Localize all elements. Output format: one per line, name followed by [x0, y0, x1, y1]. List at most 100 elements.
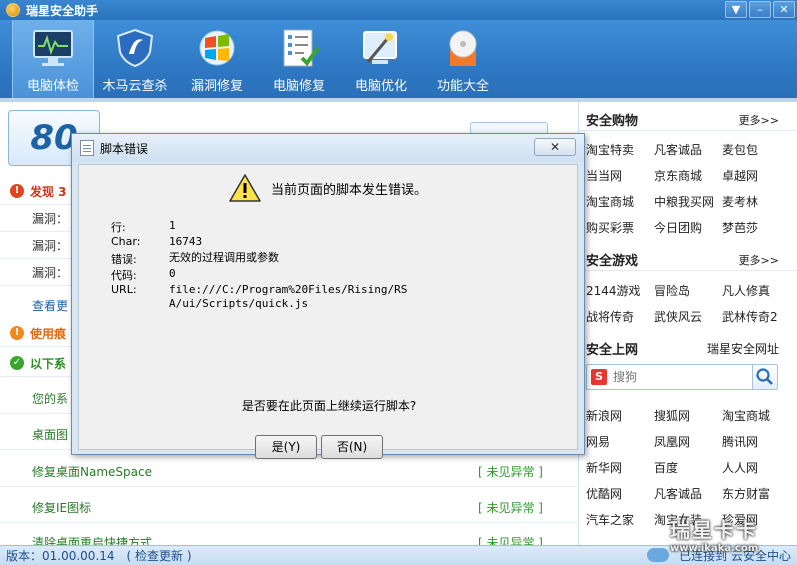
script-error-dialog: 脚本错误 ✕ 当前页面的脚本发生错误。 行: 1 Char: 16743 错误:… — [71, 133, 585, 459]
checklist-icon — [283, 29, 320, 67]
link-item[interactable]: 百度 — [654, 455, 722, 481]
error-headline: 当前页面的脚本发生错误。 — [271, 183, 428, 198]
shopping-links: 淘宝特卖 凡客诚品 麦包包 当当网 京东商城 卓越网 淘宝商城 中粮我买网 麦考… — [586, 137, 794, 241]
rising-logo-icon — [6, 3, 20, 17]
dialog-body: 当前页面的脚本发生错误。 行: 1 Char: 16743 错误: 无效的过程调… — [78, 164, 578, 459]
shield-icon — [116, 28, 154, 68]
right-sidebar: 安全购物 更多>> 淘宝特卖 凡客诚品 麦包包 当当网 京东商城 卓越网 淘宝商… — [580, 102, 797, 545]
field-key: 代码: — [111, 269, 137, 282]
link-item[interactable]: 2144游戏 — [586, 278, 654, 304]
link-item[interactable]: 汽车之家 — [586, 507, 654, 533]
tool-label: 漏洞修复 — [190, 79, 243, 94]
status-badge: [ 未见异常 ] — [478, 501, 543, 515]
error-field: 行: 1 — [111, 219, 449, 235]
magic-wand-icon — [363, 31, 397, 64]
link-item[interactable]: 腾讯网 — [722, 429, 790, 455]
link-item[interactable]: 优酷网 — [586, 481, 654, 507]
field-key: URL: — [111, 283, 137, 296]
link-item[interactable]: 东方财富 — [722, 481, 790, 507]
link-item[interactable]: 今日团购 — [654, 215, 722, 241]
rising-sites-link[interactable]: 瑞星安全网址 — [707, 340, 779, 357]
field-key: Char: — [111, 235, 141, 248]
repair-item-label: 清除桌面重启快捷方式 — [32, 536, 153, 545]
tool-pc-checkup[interactable]: 电脑体检 — [12, 20, 94, 98]
dialog-title: 脚本错误 — [100, 141, 149, 156]
field-value: 1 — [169, 219, 176, 232]
link-item[interactable]: 凡客诚品 — [654, 481, 722, 507]
link-item[interactable]: 武林传奇2 — [722, 304, 790, 330]
link-item[interactable]: 凡人修真 — [722, 278, 790, 304]
repair-item-label: 修复IE图标 — [32, 501, 92, 515]
list-item-label: 漏洞： — [32, 265, 69, 280]
link-item[interactable]: 冒险岛 — [654, 278, 722, 304]
link-item[interactable]: 搜狐网 — [654, 403, 722, 429]
link-item[interactable]: 网易 — [586, 429, 654, 455]
no-button[interactable]: 否(N) — [321, 435, 383, 459]
check-icon: ✓ — [10, 356, 24, 370]
link-item[interactable]: 凡客诚品 — [654, 137, 722, 163]
list-item-label: 使用痕 — [30, 326, 67, 341]
tool-pc-repair[interactable]: 电脑修复 — [258, 20, 340, 98]
link-item[interactable]: 战将传奇 — [586, 304, 654, 330]
yes-button[interactable]: 是(Y) — [255, 435, 317, 459]
shopping-more-link[interactable]: 更多>> — [739, 112, 779, 128]
error-field: URL: file:///C:/Program%20Files/Rising/R… — [111, 283, 409, 311]
link-item[interactable]: 淘宝商城 — [586, 189, 654, 215]
title-bar: 瑞星安全助手 ▼ – ✕ — [0, 0, 797, 20]
search-button[interactable] — [752, 364, 778, 390]
view-more-link[interactable]: 查看更 — [32, 297, 68, 314]
link-item[interactable]: 新浪网 — [586, 403, 654, 429]
link-item[interactable]: 人人网 — [722, 455, 790, 481]
field-key: 行: — [111, 221, 126, 234]
table-row[interactable]: 清除桌面重启快捷方式 [ 未见异常 ] — [0, 530, 579, 545]
link-item[interactable]: 购买彩票 — [586, 215, 654, 241]
list-item-label: 您的系 — [32, 392, 69, 406]
list-item-label: 以下系 — [30, 356, 67, 371]
dialog-close-button[interactable]: ✕ — [534, 138, 576, 156]
disc-box-icon — [449, 30, 477, 66]
search-input[interactable]: S — [586, 364, 756, 390]
link-item[interactable]: 麦考林 — [722, 189, 790, 215]
dialog-title-bar: 脚本错误 — [72, 134, 584, 162]
link-item[interactable]: 中粮我买网 — [654, 189, 722, 215]
link-item[interactable]: 武侠风云 — [654, 304, 722, 330]
cloud-icon — [647, 548, 669, 562]
tool-pc-optimize[interactable]: 电脑优化 — [340, 20, 422, 98]
menu-dropdown-icon[interactable]: ▼ — [725, 1, 747, 18]
table-row[interactable]: 修复IE图标 [ 未见异常 ] — [0, 493, 579, 523]
link-item[interactable]: 卓越网 — [722, 163, 790, 189]
tool-vuln-fix[interactable]: 漏洞修复 — [176, 20, 258, 98]
tool-label: 电脑优化 — [354, 79, 407, 94]
games-more-link[interactable]: 更多>> — [739, 252, 779, 268]
tool-label: 功能大全 — [436, 79, 489, 94]
link-item[interactable]: 淘宝商城 — [722, 403, 790, 429]
check-update-link[interactable]: ( 检查更新 ) — [127, 547, 192, 564]
link-item[interactable]: 淘宝特卖 — [586, 137, 654, 163]
link-item[interactable]: 麦包包 — [722, 137, 790, 163]
warning-icon: ! — [10, 184, 24, 198]
tool-all-features[interactable]: 功能大全 — [422, 20, 504, 98]
tool-label: 电脑体检 — [26, 79, 79, 94]
app-title: 瑞星安全助手 — [26, 3, 99, 18]
error-field: 错误: 无效的过程调用或参数 — [111, 251, 449, 267]
error-field: Char: 16743 — [111, 235, 449, 249]
link-item[interactable]: 京东商城 — [654, 163, 722, 189]
web-heading: 安全上网 — [586, 343, 639, 358]
link-item[interactable]: 梦芭莎 — [722, 215, 790, 241]
table-row[interactable]: 修复桌面NameSpace [ 未见异常 ] — [0, 457, 579, 487]
close-icon[interactable]: ✕ — [773, 1, 795, 18]
search-field[interactable] — [613, 370, 733, 384]
list-item-label: 桌面图 — [32, 428, 69, 442]
tool-trojan-scan[interactable]: 木马云查杀 — [94, 20, 176, 98]
shopping-heading: 安全购物 — [586, 114, 639, 129]
games-heading: 安全游戏 — [586, 254, 639, 269]
link-item[interactable]: 当当网 — [586, 163, 654, 189]
document-icon — [80, 140, 94, 156]
tool-label: 木马云查杀 — [102, 79, 168, 94]
field-key: 错误: — [111, 253, 137, 266]
minimize-icon[interactable]: – — [749, 1, 771, 18]
monitor-check-icon — [33, 30, 73, 66]
link-item[interactable]: 新华网 — [586, 455, 654, 481]
continue-question: 是否要在此页面上继续运行脚本? — [241, 399, 417, 413]
link-item[interactable]: 凤凰网 — [654, 429, 722, 455]
